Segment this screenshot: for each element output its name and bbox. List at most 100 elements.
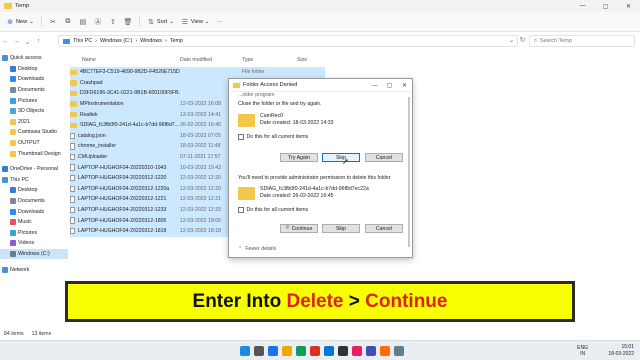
dialog-close-button[interactable]: ✕ [397,79,412,92]
file-name-cell: CMUploader [70,153,180,161]
sidebar-item[interactable]: Documents [0,196,68,207]
sidebar-item[interactable]: Music [0,217,68,228]
address-bar[interactable]: This PC › Windows (C:) › Windows › Temp [58,35,518,47]
taskbar-app-icon[interactable] [366,346,376,356]
taskbar-app-icon[interactable] [380,346,390,356]
forward-icon[interactable]: → [11,38,22,45]
breadcrumb-windows[interactable]: Windows [140,38,162,44]
cancel-button[interactable]: Cancel [365,153,403,162]
new-button[interactable]: ⊕ New ⌄ [6,18,34,26]
taskbar-app-icon[interactable] [310,346,320,356]
column-size[interactable]: Size [297,57,325,63]
sidebar-item-icon [10,208,16,215]
sidebar-item-label: Music [18,219,32,226]
more-button[interactable]: ··· [217,19,223,25]
sidebar-item[interactable]: This PC [0,175,68,186]
taskbar-app-icon[interactable] [394,346,404,356]
sidebar-item[interactable]: Quick access [0,53,68,64]
sidebar-item-label: 2021 [18,118,30,125]
sidebar-item[interactable]: Pictures [0,95,68,106]
continue-button[interactable]: ⛨ Continue [280,224,318,233]
file-row[interactable]: 4BC77EF3-C519-4690-9B2D-F4526E715D... Fil… [70,67,325,78]
breadcrumb-temp[interactable]: Temp [170,38,183,44]
sidebar-item-icon [2,266,8,273]
sidebar-item-label: 3D Objects [18,108,45,115]
sidebar-item[interactable]: Downloads [0,74,68,85]
rename-button[interactable]: Ⓐ [94,18,102,26]
sidebar-item[interactable]: Thumbnail Design [0,148,68,159]
maximize-button[interactable]: ▢ [594,0,617,12]
skip-button[interactable]: Skip [322,153,360,162]
checkbox-all-items-2[interactable] [238,207,244,213]
sidebar-item[interactable]: Desktop [0,185,68,196]
checkbox-all-items-1[interactable] [238,134,244,140]
delete-button[interactable]: 🗑 [123,18,132,26]
sidebar-item-label: Desktop [18,65,38,72]
sidebar-item[interactable]: Windows (C:) [0,248,68,260]
file-type: File folder [242,69,265,76]
column-type[interactable]: Type [242,57,297,63]
column-date[interactable]: Date modified [180,57,242,63]
chevron-down-icon: ⌄ [169,18,174,25]
sidebar-item[interactable]: OneDrive - Personal [0,164,68,175]
shield-icon: ⛨ [285,225,290,231]
sidebar-item-label: Downloads [18,76,45,83]
taskbar-app-icon[interactable] [296,346,306,356]
window-title-text: Temp [15,3,30,9]
sidebar-item-icon [10,219,16,226]
taskbar-app-icon[interactable] [352,346,362,356]
taskbar-app-icon[interactable] [268,346,278,356]
sort-button[interactable]: ⇅ Sort ⌄ [147,18,174,26]
try-again-button[interactable]: Try Again [280,153,318,162]
taskbar-app-icon[interactable] [338,346,348,356]
sidebar-item[interactable]: Camtasia Studio [0,127,68,138]
minimize-button[interactable]: — [571,0,594,12]
column-headers: Name Date modified Type Size [70,54,330,65]
file-icon [70,227,75,235]
folder-access-denied-dialog: Folder Access Denied — ▢ ✕ ...older prog… [228,78,413,258]
taskbar-app-icon[interactable] [240,346,250,356]
dialog-scrollbar[interactable] [408,97,410,247]
pc-icon [63,38,70,44]
sidebar-item[interactable]: Network [0,264,68,275]
folder-icon [238,113,255,127]
clock[interactable]: 15:01 18-03-2022 [608,344,634,358]
back-icon[interactable]: ← [0,38,11,45]
cut-button[interactable]: ✂ [49,18,57,26]
sidebar-item[interactable]: 2021 [0,117,68,128]
sidebar-item[interactable]: Documents [0,85,68,96]
column-name[interactable]: Name [70,57,180,63]
search-input[interactable]: ⌕ Search Temp [529,35,635,47]
taskbar-app-icon[interactable] [282,346,292,356]
file-name: MPInstrumentation [80,101,124,108]
share-button[interactable]: ⇪ [109,18,117,26]
taskbar-app-icon[interactable] [324,346,334,356]
continue-label: Continue [291,225,313,232]
refresh-icon[interactable]: ↻ [517,36,528,44]
language-indicator[interactable]: ENG IN [577,345,588,357]
sidebar-item[interactable]: Downloads [0,206,68,217]
paste-button[interactable]: ▤ [79,18,87,26]
sidebar-item[interactable]: Videos [0,238,68,249]
dialog-minimize-button[interactable]: — [367,79,382,92]
breadcrumb-this-pc[interactable]: This PC [73,38,92,44]
sidebar-item[interactable]: OUTPUT [0,138,68,149]
close-button[interactable]: ✕ [617,0,640,12]
sidebar-item[interactable]: Desktop [0,64,68,75]
up-icon[interactable]: ↑ [33,38,44,45]
fewer-details-link[interactable]: ⌃ Fewer details [238,246,276,252]
view-button[interactable]: ☰ View ⌄ [181,18,210,26]
copy-button[interactable]: ⧉ [64,18,72,26]
banner-text-delete: Delete [286,290,344,312]
recent-chevron-icon[interactable]: ⌄ [22,38,33,46]
sidebar-item[interactable]: 3D Objects [0,106,68,117]
cancel-button-2[interactable]: Cancel [365,224,403,233]
mouse-cursor-icon: ➚ [342,157,349,166]
sidebar-item[interactable]: Pictures [0,228,68,239]
item2-name: SDIAG_fc3fb0f0-241d-4a1c-b7dd-96f8d7ec22… [260,186,369,192]
breadcrumb-c-drive[interactable]: Windows (C:) [100,38,132,44]
dialog-maximize-button[interactable]: ▢ [382,79,397,92]
address-dropdown-icon[interactable]: ⌄ [506,36,517,44]
taskbar-app-icon[interactable] [254,346,264,356]
skip-button-2[interactable]: Skip [322,224,360,233]
